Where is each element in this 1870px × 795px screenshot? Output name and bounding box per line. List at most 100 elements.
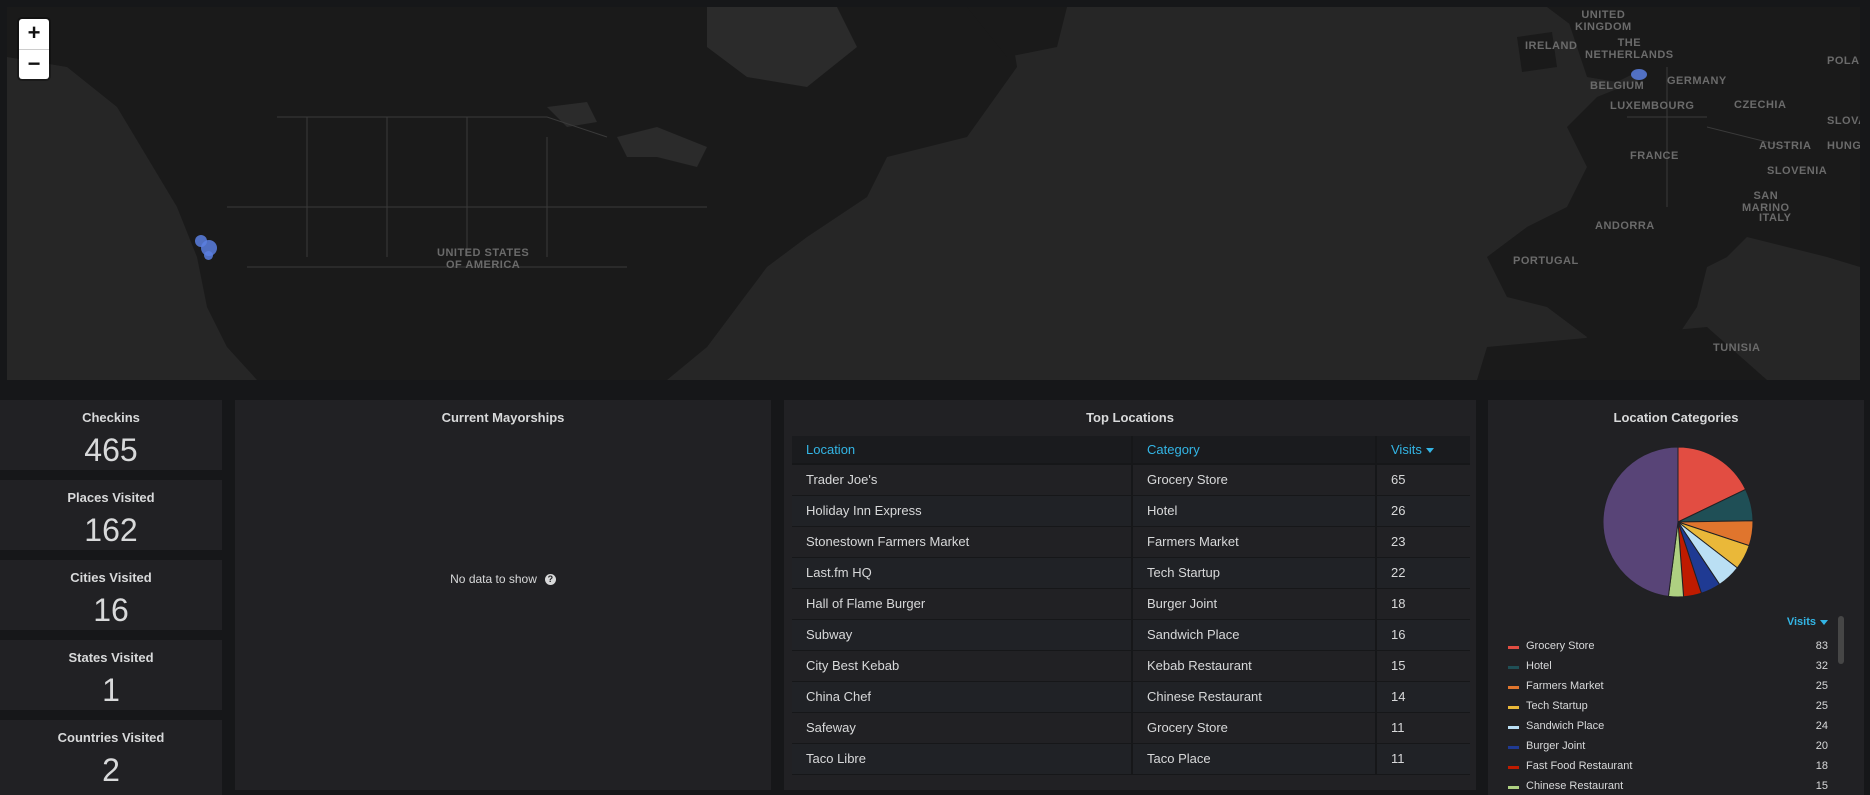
table-row[interactable]: Taco Libre Taco Place 11 (792, 743, 1470, 775)
legend-label: Farmers Market (1526, 680, 1604, 692)
top-locations-panel: Top Locations Location Category Visits T… (784, 400, 1476, 790)
table-row[interactable]: Trader Joe's Grocery Store 65 (792, 464, 1470, 496)
cell-category: Chinese Restaurant (1131, 681, 1376, 713)
legend-value: 32 (1815, 660, 1828, 672)
checkin-marker[interactable] (1631, 69, 1647, 80)
table-row[interactable]: Subway Sandwich Place 16 (792, 619, 1470, 651)
legend-item[interactable]: Farmers Market 25 (1508, 676, 1832, 696)
legend-header-visits[interactable]: Visits (1508, 616, 1832, 636)
map-place-label: IRELAND (1525, 40, 1578, 52)
sort-desc-icon (1425, 448, 1434, 454)
legend-item[interactable]: Burger Joint 20 (1508, 736, 1832, 756)
stat-title: Cities Visited (70, 570, 152, 585)
cell-category: Burger Joint (1131, 588, 1376, 620)
table-row[interactable]: Holiday Inn Express Hotel 26 (792, 495, 1470, 527)
panel-title: Location Categories (1613, 410, 1739, 425)
legend-item[interactable]: Grocery Store 83 (1508, 636, 1832, 656)
table-row[interactable]: Stonestown Farmers Market Farmers Market 2… (792, 526, 1470, 558)
table-row[interactable]: Last.fm HQ Tech Startup 22 (792, 557, 1470, 589)
stat-value: 2 (102, 752, 120, 788)
map-place-label: BELGIUM (1590, 80, 1645, 92)
column-header-category[interactable]: Category (1131, 436, 1376, 465)
stat-title: Checkins (82, 410, 140, 425)
cell-location: Trader Joe's (792, 464, 1132, 496)
cell-category: Taco Place (1131, 743, 1376, 775)
map-place-label: THE NETHERLANDS (1585, 37, 1674, 61)
legend-value: 83 (1815, 640, 1828, 652)
mayorships-panel: Current Mayorships No data to show? (235, 400, 771, 790)
stat-states-visited: States Visited 1 (0, 640, 222, 710)
column-header-location[interactable]: Location (792, 436, 1132, 465)
zoom-in-button[interactable]: + (19, 19, 49, 49)
legend-label: Fast Food Restaurant (1526, 760, 1633, 772)
legend-item[interactable]: Hotel 32 (1508, 656, 1832, 676)
map-place-label: CZECHIA (1734, 99, 1787, 111)
legend-scrollbar[interactable] (1838, 616, 1844, 664)
map-place-label: HUNG (1827, 140, 1860, 152)
map-place-label: UNITED KINGDOM (1575, 9, 1632, 33)
cell-location: Hall of Flame Burger (792, 588, 1132, 620)
map-place-label: AUSTRIA (1759, 140, 1812, 152)
legend-item[interactable]: Chinese Restaurant 15 (1508, 776, 1832, 795)
cell-location: Safeway (792, 712, 1132, 744)
legend-swatch (1508, 666, 1519, 669)
stat-title: Places Visited (67, 490, 155, 505)
legend-item[interactable]: Sandwich Place 24 (1508, 716, 1832, 736)
legend-value: 20 (1815, 740, 1828, 752)
legend-item[interactable]: Fast Food Restaurant 18 (1508, 756, 1832, 776)
cell-visits: 23 (1375, 526, 1470, 558)
cell-category: Grocery Store (1131, 712, 1376, 744)
cell-visits: 22 (1375, 557, 1470, 589)
stat-value: 162 (84, 512, 138, 548)
legend-label: Hotel (1526, 660, 1552, 672)
location-categories-panel: Location Categories Visits Grocery Store… (1488, 400, 1864, 795)
cell-location: Subway (792, 619, 1132, 651)
legend-value: 25 (1815, 680, 1828, 692)
pie-slice-other[interactable] (1602, 446, 1679, 597)
table-row[interactable]: China Chef Chinese Restaurant 14 (792, 681, 1470, 713)
stat-value: 16 (93, 592, 129, 628)
legend-label: Grocery Store (1526, 640, 1595, 652)
map-place-label: TUNISIA (1713, 342, 1761, 354)
legend-item[interactable]: Tech Startup 25 (1508, 696, 1832, 716)
cell-visits: 16 (1375, 619, 1470, 651)
no-data-text: No data to show (450, 572, 537, 586)
stat-value: 465 (84, 432, 138, 468)
no-data-message: No data to show? (235, 572, 771, 586)
world-map[interactable]: UNITED KINGDOM IRELAND THE NETHERLANDS BELG… (7, 7, 1860, 380)
cell-visits: 11 (1375, 712, 1470, 744)
cell-visits: 65 (1375, 464, 1470, 496)
legend-swatch (1508, 686, 1519, 689)
sort-desc-icon (1820, 619, 1828, 625)
table-row[interactable]: City Best Kebab Kebab Restaurant 15 (792, 650, 1470, 682)
ireland (1517, 32, 1557, 72)
legend-value: 15 (1815, 780, 1828, 792)
map-place-label: FRANCE (1630, 150, 1679, 162)
legend-value: 18 (1815, 760, 1828, 772)
stat-title: Countries Visited (57, 730, 165, 745)
legend-swatch (1508, 726, 1519, 729)
legend-swatch (1508, 786, 1519, 789)
legend-swatch (1508, 646, 1519, 649)
panel-title: Current Mayorships (441, 410, 565, 425)
category-pie-chart[interactable] (1488, 436, 1864, 636)
zoom-control: + − (19, 19, 49, 79)
stat-places-visited: Places Visited 162 (0, 480, 222, 550)
table-row[interactable]: Safeway Grocery Store 11 (792, 712, 1470, 744)
table-row[interactable]: Hall of Flame Burger Burger Joint 18 (792, 588, 1470, 620)
cell-visits: 15 (1375, 650, 1470, 682)
cell-visits: 18 (1375, 588, 1470, 620)
cell-visits: 26 (1375, 495, 1470, 527)
legend-label: Burger Joint (1526, 740, 1586, 752)
checkin-marker[interactable] (204, 251, 213, 260)
zoom-out-button[interactable]: − (19, 49, 49, 79)
legend-swatch (1508, 766, 1519, 769)
cell-category: Farmers Market (1131, 526, 1376, 558)
help-icon[interactable]: ? (544, 574, 556, 586)
cell-location: City Best Kebab (792, 650, 1132, 682)
legend-value: 24 (1815, 720, 1828, 732)
map-place-label: GERMANY (1667, 75, 1727, 87)
map-place-label: SAN MARINO (1742, 190, 1790, 214)
cell-category: Grocery Store (1131, 464, 1376, 496)
column-header-visits[interactable]: Visits (1375, 436, 1470, 465)
